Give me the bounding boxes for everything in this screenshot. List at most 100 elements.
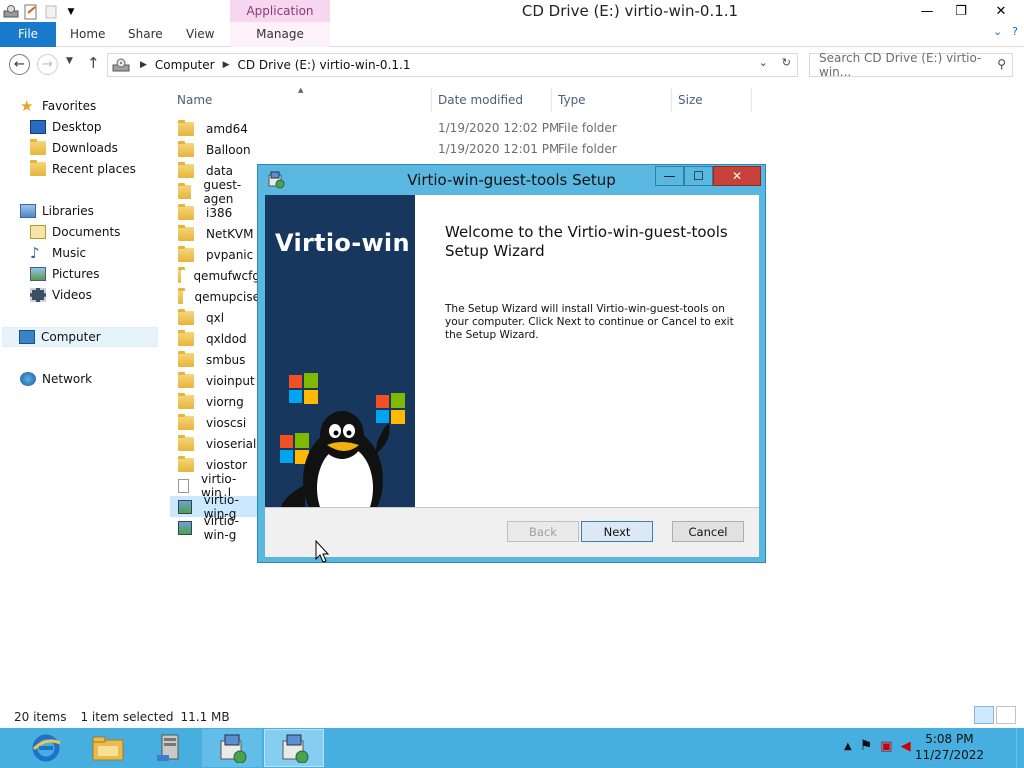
network-status-icon[interactable]: ▣ [880,739,892,754]
sidebar-item-computer[interactable]: Computer [2,327,158,347]
file-row[interactable]: NetKVM [170,223,260,244]
taskbar-internet-explorer[interactable] [16,729,76,767]
tab-view[interactable]: View [186,22,214,47]
new-folder-icon[interactable] [42,3,60,21]
dialog-close-button[interactable]: ✕ [713,166,761,186]
file-row[interactable]: pvpanic [170,244,260,265]
application-tools-context-label: Application Tools [230,0,330,40]
file-row[interactable]: smbus [170,349,260,370]
recent-locations-chevron-icon[interactable]: ▼ [66,56,73,66]
file-row[interactable]: vioscsi [170,412,260,433]
search-input[interactable]: Search CD Drive (E:) virtio-win... ⚲ [809,51,1013,79]
sidebar-item-libraries[interactable]: Libraries [20,201,94,221]
search-icon[interactable]: ⚲ [997,57,1006,71]
back-arrow-icon[interactable]: ← [9,54,30,75]
cd-drive-icon [110,55,132,75]
sidebar-item-desktop[interactable]: Desktop [30,117,102,137]
file-row[interactable]: virtio-win-g [170,514,260,542]
properties-icon[interactable] [22,3,40,21]
folder-icon [178,182,192,199]
dialog-minimize-button[interactable]: — [655,166,684,186]
next-button[interactable]: Next [581,521,653,542]
column-header-name[interactable]: Name [171,88,432,112]
file-row[interactable]: i386 [170,202,260,223]
sidebar-item-pictures[interactable]: Pictures [30,264,100,284]
close-button[interactable]: ✕ [978,0,1024,22]
network-icon [20,372,36,386]
dialog-titlebar: Virtio-win-guest-tools Setup — ☐ ✕ [258,165,765,195]
file-name: NetKVM [206,226,254,241]
details-view-icon[interactable] [974,706,994,724]
qat-dropdown-icon[interactable]: ▼ [62,3,80,21]
show-hidden-icons-icon[interactable]: ▲ [844,741,852,752]
mouse-pointer-icon [315,540,330,563]
setup-dialog: Virtio-win-guest-tools Setup — ☐ ✕ Virti… [257,164,766,563]
file-date-modified: 1/19/2020 12:01 PM [438,142,560,156]
tab-file[interactable]: File [0,22,56,47]
taskbar-clock[interactable]: 5:08 PM 11/27/2022 [915,731,984,763]
column-header-size[interactable]: Size [672,88,752,112]
file-row[interactable]: guest-agen [170,178,260,206]
up-arrow-icon[interactable]: ↑ [87,54,100,72]
taskbar-server-manager[interactable] [140,729,200,767]
taskbar-installer-1[interactable] [202,729,262,767]
file-name: viorng [206,394,244,409]
sidebar-item-music[interactable]: ♪ Music [30,243,86,263]
breadcrumb-cd-drive[interactable]: CD Drive (E:) virtio-win-0.1.1 [238,58,411,72]
volume-icon[interactable]: ◀ [901,739,911,754]
tab-share[interactable]: Share [128,22,163,47]
dialog-maximize-button[interactable]: ☐ [684,166,713,186]
show-desktop-button[interactable] [1016,728,1024,768]
file-date-modified: 1/19/2020 12:02 PM [438,121,560,135]
sidebar-item-label: Downloads [52,141,118,155]
breadcrumb-separator-icon[interactable]: ▶ [140,60,147,70]
taskbar-installer-2[interactable] [264,729,324,767]
sidebar-item-videos[interactable]: Videos [30,285,92,305]
tab-manage[interactable]: Manage [230,22,330,47]
action-center-flag-icon[interactable]: ⚑ [860,738,873,754]
taskbar-file-explorer[interactable] [78,729,138,767]
file-row[interactable]: viorng [170,391,260,412]
file-row[interactable]: qxldod [170,328,260,349]
file-name: Balloon [206,142,251,157]
address-dropdown-icon[interactable]: ⌄ [759,56,768,69]
cancel-button[interactable]: Cancel [672,521,744,542]
sidebar-item-documents[interactable]: Documents [30,222,120,242]
drive-icon[interactable] [2,3,20,21]
sidebar-item-downloads[interactable]: Downloads [30,138,118,158]
folder-icon [178,350,194,367]
dialog-window-controls: — ☐ ✕ [655,166,761,186]
maximize-button[interactable]: ❐ [944,0,978,22]
wizard-banner: Virtio-win [265,195,415,508]
sidebar-item-recent-places[interactable]: Recent places [30,159,136,179]
file-row[interactable]: qemupcise [170,286,260,307]
file-name: vioserial [206,436,257,451]
large-icons-view-icon[interactable] [996,706,1016,724]
file-row[interactable]: qxl [170,307,260,328]
file-row[interactable]: amd64 [170,118,260,139]
minimize-button[interactable]: — [910,0,944,22]
forward-arrow-icon[interactable]: → [37,54,58,75]
breadcrumb-separator-icon[interactable]: ▶ [223,60,230,70]
breadcrumb-computer[interactable]: Computer [155,58,215,72]
file-name: amd64 [206,121,248,136]
sidebar-item-label: Documents [52,225,121,239]
file-row[interactable]: qemufwcfg [170,265,260,286]
help-icon[interactable]: ? [1012,25,1018,38]
file-row[interactable]: Balloon [170,139,260,160]
folder-icon [178,266,187,283]
file-name: virtio-win-g [203,513,239,542]
file-row[interactable]: vioinput [170,370,260,391]
back-button[interactable]: Back [507,521,579,542]
sidebar-item-label: Computer [41,330,101,344]
sidebar-item-network[interactable]: Network [20,369,92,389]
ribbon-expand-icon[interactable]: ⌄ [993,25,1002,38]
column-header-type[interactable]: Type [552,88,672,112]
address-bar[interactable]: ▶ Computer ▶ CD Drive (E:) virtio-win-0.… [107,53,798,77]
file-row[interactable]: vioserial [170,433,260,454]
column-header-date[interactable]: Date modified [432,88,552,112]
tab-home[interactable]: Home [70,22,105,47]
refresh-icon[interactable]: ↻ [782,56,791,69]
folder-icon [178,371,194,388]
sidebar-item-favorites[interactable]: ★ Favorites [20,96,96,116]
